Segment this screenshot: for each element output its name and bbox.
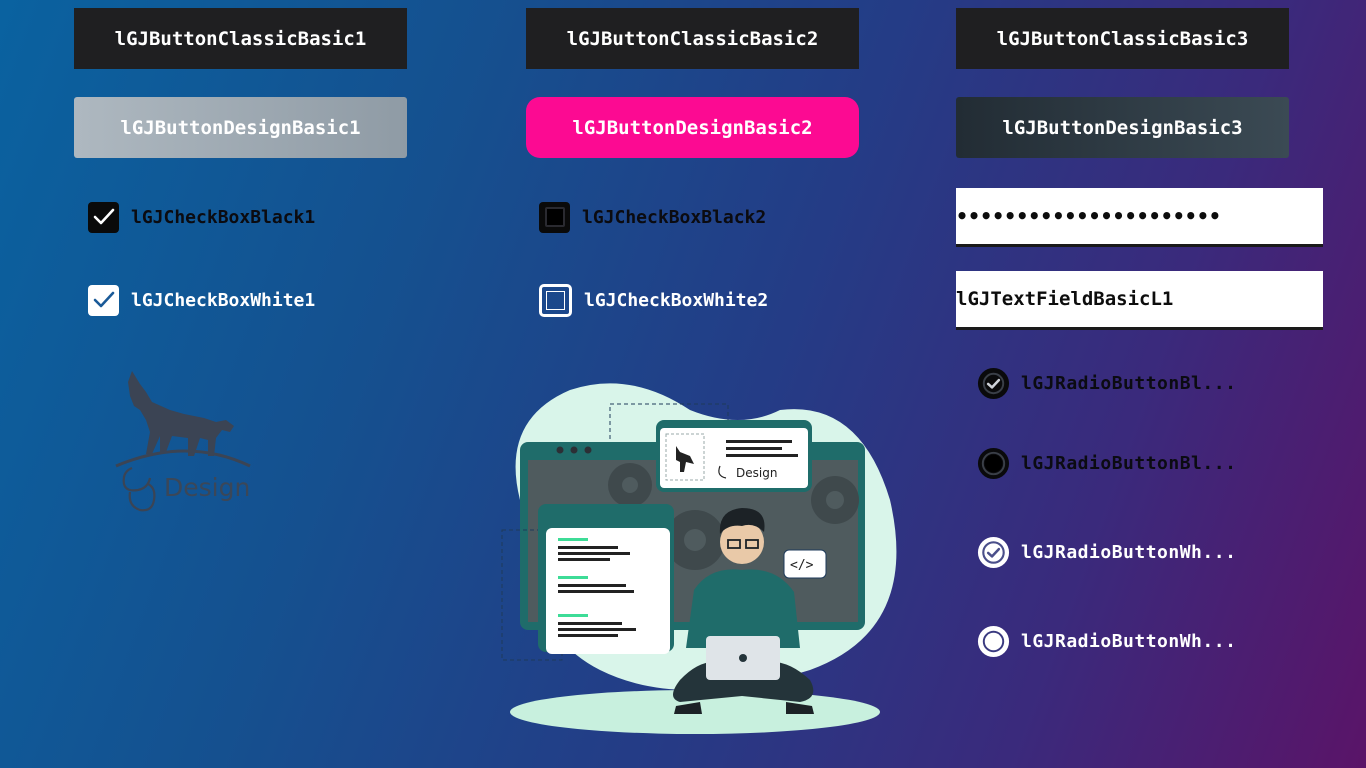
button-design-basic-3[interactable]: lGJButtonDesignBasic3 bbox=[956, 97, 1289, 158]
radio-selected-icon[interactable] bbox=[976, 535, 1011, 570]
checkbox-white-2[interactable]: lGJCheckBoxWhite2 bbox=[539, 280, 768, 320]
radio-black-1[interactable]: lGJRadioButtonBl... bbox=[976, 363, 1236, 403]
brand-logo: Design bbox=[112, 366, 262, 516]
text-field-basic[interactable]: lGJTextFieldBasicL1 bbox=[956, 271, 1323, 330]
checkbox-unchecked-icon[interactable] bbox=[539, 201, 570, 233]
card-logo-text: Design bbox=[736, 466, 777, 480]
radio-label: lGJRadioButtonWh... bbox=[1021, 541, 1237, 563]
logo-text: Design bbox=[164, 473, 251, 502]
radio-unselected-icon[interactable] bbox=[976, 446, 1011, 481]
checkbox-label: lGJCheckBoxWhite2 bbox=[584, 289, 769, 311]
radio-white-1[interactable]: lGJRadioButtonWh... bbox=[976, 532, 1236, 572]
button-classic-basic-3[interactable]: lGJButtonClassicBasic3 bbox=[956, 8, 1289, 69]
checkbox-label: lGJCheckBoxWhite1 bbox=[131, 289, 316, 311]
button-classic-basic-1[interactable]: lGJButtonClassicBasic1 bbox=[74, 8, 407, 69]
radio-label: lGJRadioButtonWh... bbox=[1021, 630, 1237, 652]
checkbox-black-1[interactable]: lGJCheckBoxBlack1 bbox=[88, 197, 315, 237]
button-design-basic-2[interactable]: lGJButtonDesignBasic2 bbox=[526, 97, 859, 158]
illustration-graphic: Design </> bbox=[501, 383, 897, 734]
developer-illustration: Design </> bbox=[480, 380, 910, 740]
radio-unselected-icon[interactable] bbox=[976, 624, 1011, 659]
text-field-value: lGJTextFieldBasicL1 bbox=[956, 288, 1174, 310]
checkbox-checked-icon[interactable] bbox=[88, 201, 119, 233]
button-classic-basic-2[interactable]: lGJButtonClassicBasic2 bbox=[526, 8, 859, 69]
checkbox-black-2[interactable]: lGJCheckBoxBlack2 bbox=[539, 197, 766, 237]
password-field[interactable]: •••••••••••••••••••••• bbox=[956, 188, 1323, 247]
radio-label: lGJRadioButtonBl... bbox=[1021, 372, 1237, 394]
radio-white-2[interactable]: lGJRadioButtonWh... bbox=[976, 621, 1236, 661]
wolf-icon bbox=[115, 371, 251, 468]
checkbox-unchecked-icon[interactable] bbox=[539, 283, 572, 317]
radio-selected-icon[interactable] bbox=[976, 366, 1011, 401]
checkbox-checked-icon[interactable] bbox=[88, 284, 119, 316]
checkbox-label: lGJCheckBoxBlack1 bbox=[131, 206, 316, 228]
button-design-basic-1[interactable]: lGJButtonDesignBasic1 bbox=[74, 97, 407, 158]
radio-black-2[interactable]: lGJRadioButtonBl... bbox=[976, 443, 1236, 483]
password-value: •••••••••••••••••••••• bbox=[956, 204, 1221, 228]
signature-mark bbox=[122, 466, 156, 512]
radio-label: lGJRadioButtonBl... bbox=[1021, 452, 1237, 474]
code-tag-text: </> bbox=[790, 558, 814, 573]
checkbox-white-1[interactable]: lGJCheckBoxWhite1 bbox=[88, 280, 315, 320]
checkbox-label: lGJCheckBoxBlack2 bbox=[582, 206, 767, 228]
